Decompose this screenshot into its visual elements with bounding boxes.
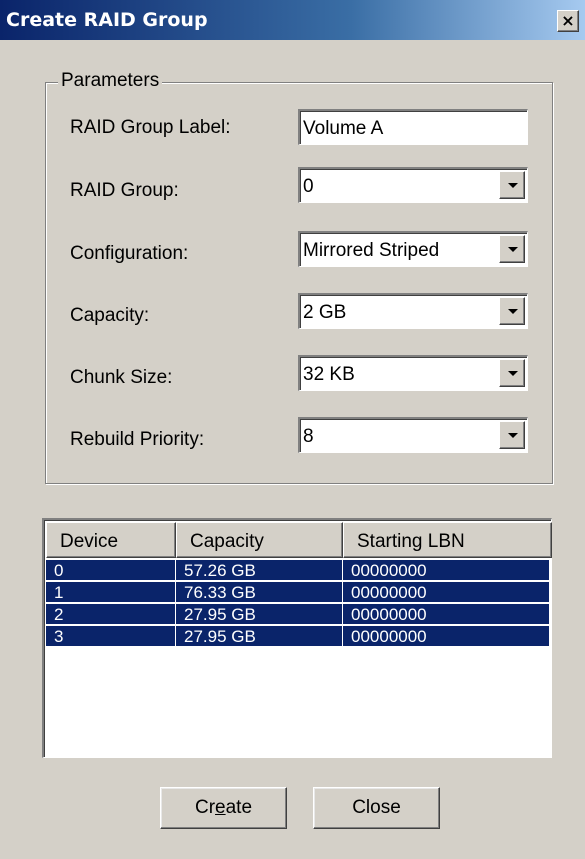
capacity-value: 2 GB <box>303 302 347 323</box>
capacity-label: Capacity: <box>70 305 150 326</box>
capacity-cell: 76.33 GB <box>176 582 343 603</box>
raid-group-label-label: RAID Group Label: <box>70 117 231 138</box>
rebuild-priority-label: Rebuild Priority: <box>70 429 205 450</box>
device-cell: 0 <box>46 560 176 581</box>
chevron-down-icon[interactable] <box>499 359 525 387</box>
chevron-down-icon[interactable] <box>499 421 525 449</box>
chevron-down-icon[interactable] <box>499 235 525 263</box>
chunk-size-select[interactable]: 32 KB <box>298 355 528 391</box>
device-table[interactable]: Device Capacity Starting LBN 0 57.26 GB … <box>42 518 552 758</box>
device-cell: 1 <box>46 582 176 603</box>
rebuild-priority-value: 8 <box>303 426 314 447</box>
raid-group-select[interactable]: 0 <box>298 167 528 203</box>
starting-lbn-cell: 00000000 <box>343 604 550 625</box>
raid-group-label: RAID Group: <box>70 180 179 201</box>
capacity-cell: 27.95 GB <box>176 626 343 647</box>
column-header-capacity[interactable]: Capacity <box>176 522 343 558</box>
raid-group-label-input[interactable]: Volume A <box>298 109 528 145</box>
column-header-starting-lbn[interactable]: Starting LBN <box>343 522 552 558</box>
parameters-legend: Parameters <box>58 70 163 92</box>
chunk-size-value: 32 KB <box>303 364 355 385</box>
capacity-select[interactable]: 2 GB <box>298 293 528 329</box>
create-mnemonic: e <box>215 797 226 818</box>
chevron-down-icon[interactable] <box>499 171 525 199</box>
create-label-end: ate <box>225 797 253 818</box>
starting-lbn-cell: 00000000 <box>343 626 550 647</box>
rebuild-priority-select[interactable]: 8 <box>298 417 528 453</box>
raid-group-value: 0 <box>303 176 314 197</box>
column-header-device[interactable]: Device <box>46 522 176 558</box>
create-label-start: Cr <box>194 797 216 818</box>
configuration-value: Mirrored Striped <box>303 240 440 261</box>
configuration-select[interactable]: Mirrored Striped <box>298 231 528 267</box>
chevron-down-icon[interactable] <box>499 297 525 325</box>
table-row[interactable]: 2 27.95 GB 00000000 <box>46 604 550 625</box>
starting-lbn-cell: 00000000 <box>343 560 550 581</box>
device-cell: 3 <box>46 626 176 647</box>
table-row[interactable]: 3 27.95 GB 00000000 <box>46 626 550 647</box>
starting-lbn-cell: 00000000 <box>343 582 550 603</box>
chunk-size-label: Chunk Size: <box>70 367 173 388</box>
configuration-label: Configuration: <box>70 243 189 264</box>
table-row[interactable]: 1 76.33 GB 00000000 <box>46 582 550 603</box>
capacity-cell: 27.95 GB <box>176 604 343 625</box>
table-row[interactable]: 0 57.26 GB 00000000 <box>46 560 550 581</box>
title-bar[interactable]: Create RAID Group × <box>0 0 585 40</box>
create-raid-group-dialog: Create RAID Group × Parameters RAID Grou… <box>0 0 585 859</box>
capacity-cell: 57.26 GB <box>176 560 343 581</box>
device-cell: 2 <box>46 604 176 625</box>
raid-group-label-value: Volume A <box>303 118 384 139</box>
create-button[interactable]: Create <box>160 787 287 829</box>
close-icon[interactable]: × <box>557 10 579 32</box>
window-title: Create RAID Group <box>6 9 208 31</box>
close-button[interactable]: Close <box>313 787 440 829</box>
